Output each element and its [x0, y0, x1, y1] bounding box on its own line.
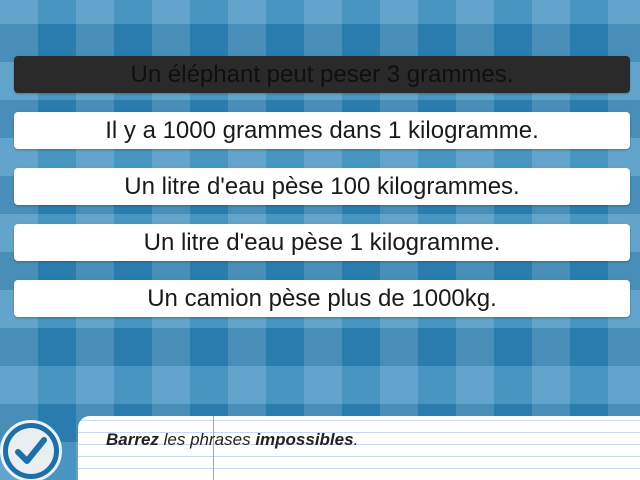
phrase-option-1[interactable]: Un éléphant peut peser 3 grammes. — [14, 56, 630, 93]
phrase-option-3[interactable]: Un litre d'eau pèse 100 kilogrammes. — [14, 168, 630, 205]
phrase-option-2[interactable]: Il y a 1000 grammes dans 1 kilogramme. — [14, 112, 630, 149]
instruction-text: Barrez les phrases impossibles. — [106, 430, 358, 450]
instruction-verb: Barrez — [106, 430, 159, 449]
checkmark-icon — [15, 437, 47, 464]
check-button[interactable] — [0, 420, 62, 480]
phrase-option-4[interactable]: Un litre d'eau pèse 1 kilogramme. — [14, 224, 630, 261]
instruction-middle: les phrases — [158, 430, 256, 449]
phrase-list: Un éléphant peut peser 3 grammes. Il y a… — [14, 56, 630, 336]
instruction-keyword: impossibles — [255, 430, 354, 449]
phrase-option-5[interactable]: Un camion pèse plus de 1000kg. — [14, 280, 630, 317]
instruction-end: . — [353, 430, 359, 449]
check-button-face — [8, 428, 54, 474]
instruction-bar: Barrez les phrases impossibles. — [78, 416, 640, 480]
